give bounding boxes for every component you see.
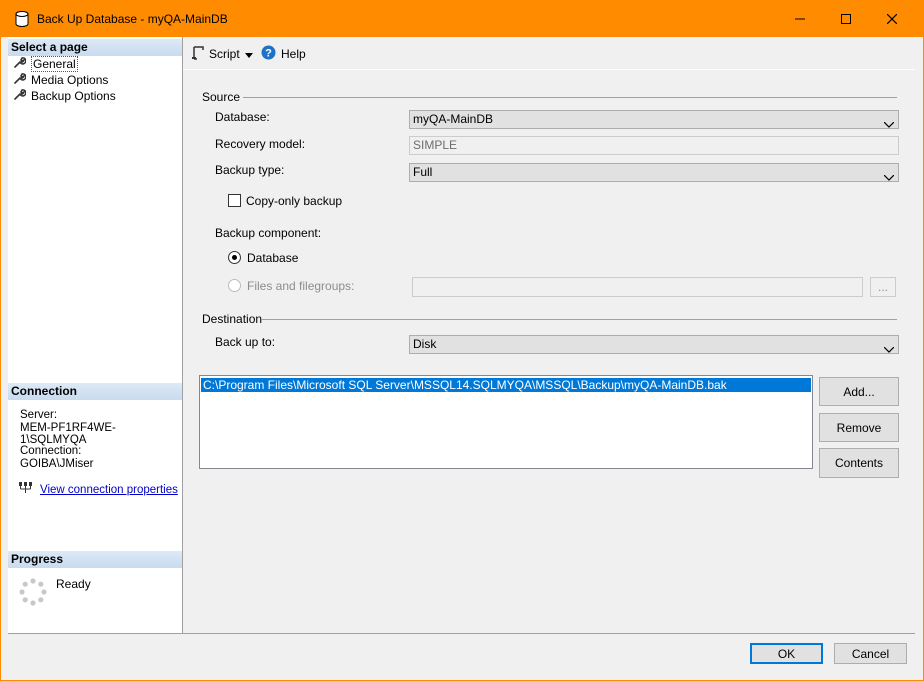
page-item-label: Media Options xyxy=(31,72,109,87)
server-label: Server: xyxy=(20,409,58,421)
component-database-radio[interactable] xyxy=(228,251,241,264)
destination-list[interactable]: C:\Program Files\Microsoft SQL Server\MS… xyxy=(199,375,813,469)
help-button[interactable]: ? Help xyxy=(261,45,306,63)
backup-type-combo-value: Full xyxy=(413,165,433,179)
script-icon xyxy=(191,45,205,63)
database-label: Database: xyxy=(215,110,270,124)
minimize-button[interactable] xyxy=(777,1,823,37)
script-dropdown-button[interactable] xyxy=(245,46,253,62)
wrench-icon xyxy=(14,72,27,87)
wrench-icon xyxy=(14,56,27,71)
component-files-label: Files and filegroups: xyxy=(247,279,355,293)
copy-only-label: Copy-only backup xyxy=(246,194,343,208)
maximize-icon xyxy=(841,14,851,24)
toolbar-divider xyxy=(183,69,915,70)
recovery-model-label: Recovery model: xyxy=(215,137,306,151)
wrench-icon xyxy=(14,88,27,103)
page-item-label: Backup Options xyxy=(31,88,116,103)
progress-status: Ready xyxy=(56,577,91,591)
chevron-down-icon xyxy=(883,169,895,186)
chevron-down-icon xyxy=(883,341,895,358)
select-page-header: Select a page xyxy=(8,39,182,56)
close-icon xyxy=(887,14,897,24)
database-combo-value: myQA-MainDB xyxy=(413,112,494,126)
chevron-down-icon xyxy=(245,47,253,61)
page-item-media-options[interactable]: Media Options xyxy=(14,72,108,87)
back-up-to-combo[interactable]: Disk xyxy=(409,335,899,354)
server-value: MEM-PF1RF4WE-1\SQLMYQA xyxy=(20,422,116,446)
remove-button[interactable]: Remove xyxy=(819,413,899,442)
progress-spinner-icon xyxy=(18,577,48,610)
list-item[interactable]: C:\Program Files\Microsoft SQL Server\MS… xyxy=(201,378,811,392)
svg-text:?: ? xyxy=(265,48,272,60)
filegroups-field[interactable] xyxy=(412,277,863,297)
help-icon: ? xyxy=(261,45,276,63)
window-title: Back Up Database - myQA-MainDB xyxy=(37,12,228,26)
chevron-down-icon xyxy=(883,116,895,133)
help-label: Help xyxy=(281,47,306,61)
maximize-button[interactable] xyxy=(823,1,869,37)
back-up-to-combo-value: Disk xyxy=(413,337,437,351)
destination-group-divider xyxy=(261,319,897,320)
source-group-label: Source xyxy=(202,90,241,104)
page-item-label: General xyxy=(31,55,78,72)
page-item-general[interactable]: General xyxy=(14,55,78,72)
script-label: Script xyxy=(209,47,240,61)
back-up-to-label: Back up to: xyxy=(215,335,276,349)
copy-only-checkbox[interactable] xyxy=(228,194,241,207)
add-button[interactable]: Add... xyxy=(819,377,899,406)
connection-value: GOIBA\JMiser xyxy=(20,458,94,470)
contents-button[interactable]: Contents xyxy=(819,448,899,478)
minimize-icon xyxy=(795,18,805,20)
cancel-button[interactable]: Cancel xyxy=(834,643,907,664)
right-pane: Script ? Help Source Database: myQA-Main… xyxy=(183,37,915,633)
database-icon xyxy=(15,11,29,30)
backup-component-label: Backup component: xyxy=(215,226,322,240)
view-connection-link[interactable]: View connection properties xyxy=(40,484,178,496)
recovery-model-field: SIMPLE xyxy=(409,136,899,155)
backup-type-label: Backup type: xyxy=(215,163,285,177)
close-button[interactable] xyxy=(869,1,915,37)
ok-button[interactable]: OK xyxy=(750,643,823,664)
left-pane: Select a page General Media Options Back… xyxy=(8,37,183,633)
connection-label: Connection: xyxy=(20,445,82,457)
script-button[interactable]: Script xyxy=(191,45,240,63)
backup-database-window: Back Up Database - myQA-MainDB Select a … xyxy=(0,0,924,681)
network-icon xyxy=(18,481,34,498)
page-item-backup-options[interactable]: Backup Options xyxy=(14,88,116,103)
dialog-footer: OK Cancel xyxy=(8,633,915,674)
browse-filegroups-button[interactable]: ... xyxy=(870,277,896,297)
source-group-divider xyxy=(243,97,897,98)
destination-group-label: Destination xyxy=(202,312,263,326)
connection-header: Connection xyxy=(8,383,182,400)
progress-header: Progress xyxy=(8,551,182,568)
view-connection-properties[interactable]: View connection properties xyxy=(18,481,178,498)
component-database-label: Database xyxy=(247,251,299,265)
title-bar[interactable]: Back Up Database - myQA-MainDB xyxy=(1,1,923,37)
backup-type-combo[interactable]: Full xyxy=(409,163,899,182)
component-files-radio[interactable] xyxy=(228,279,241,292)
database-combo[interactable]: myQA-MainDB xyxy=(409,110,899,129)
